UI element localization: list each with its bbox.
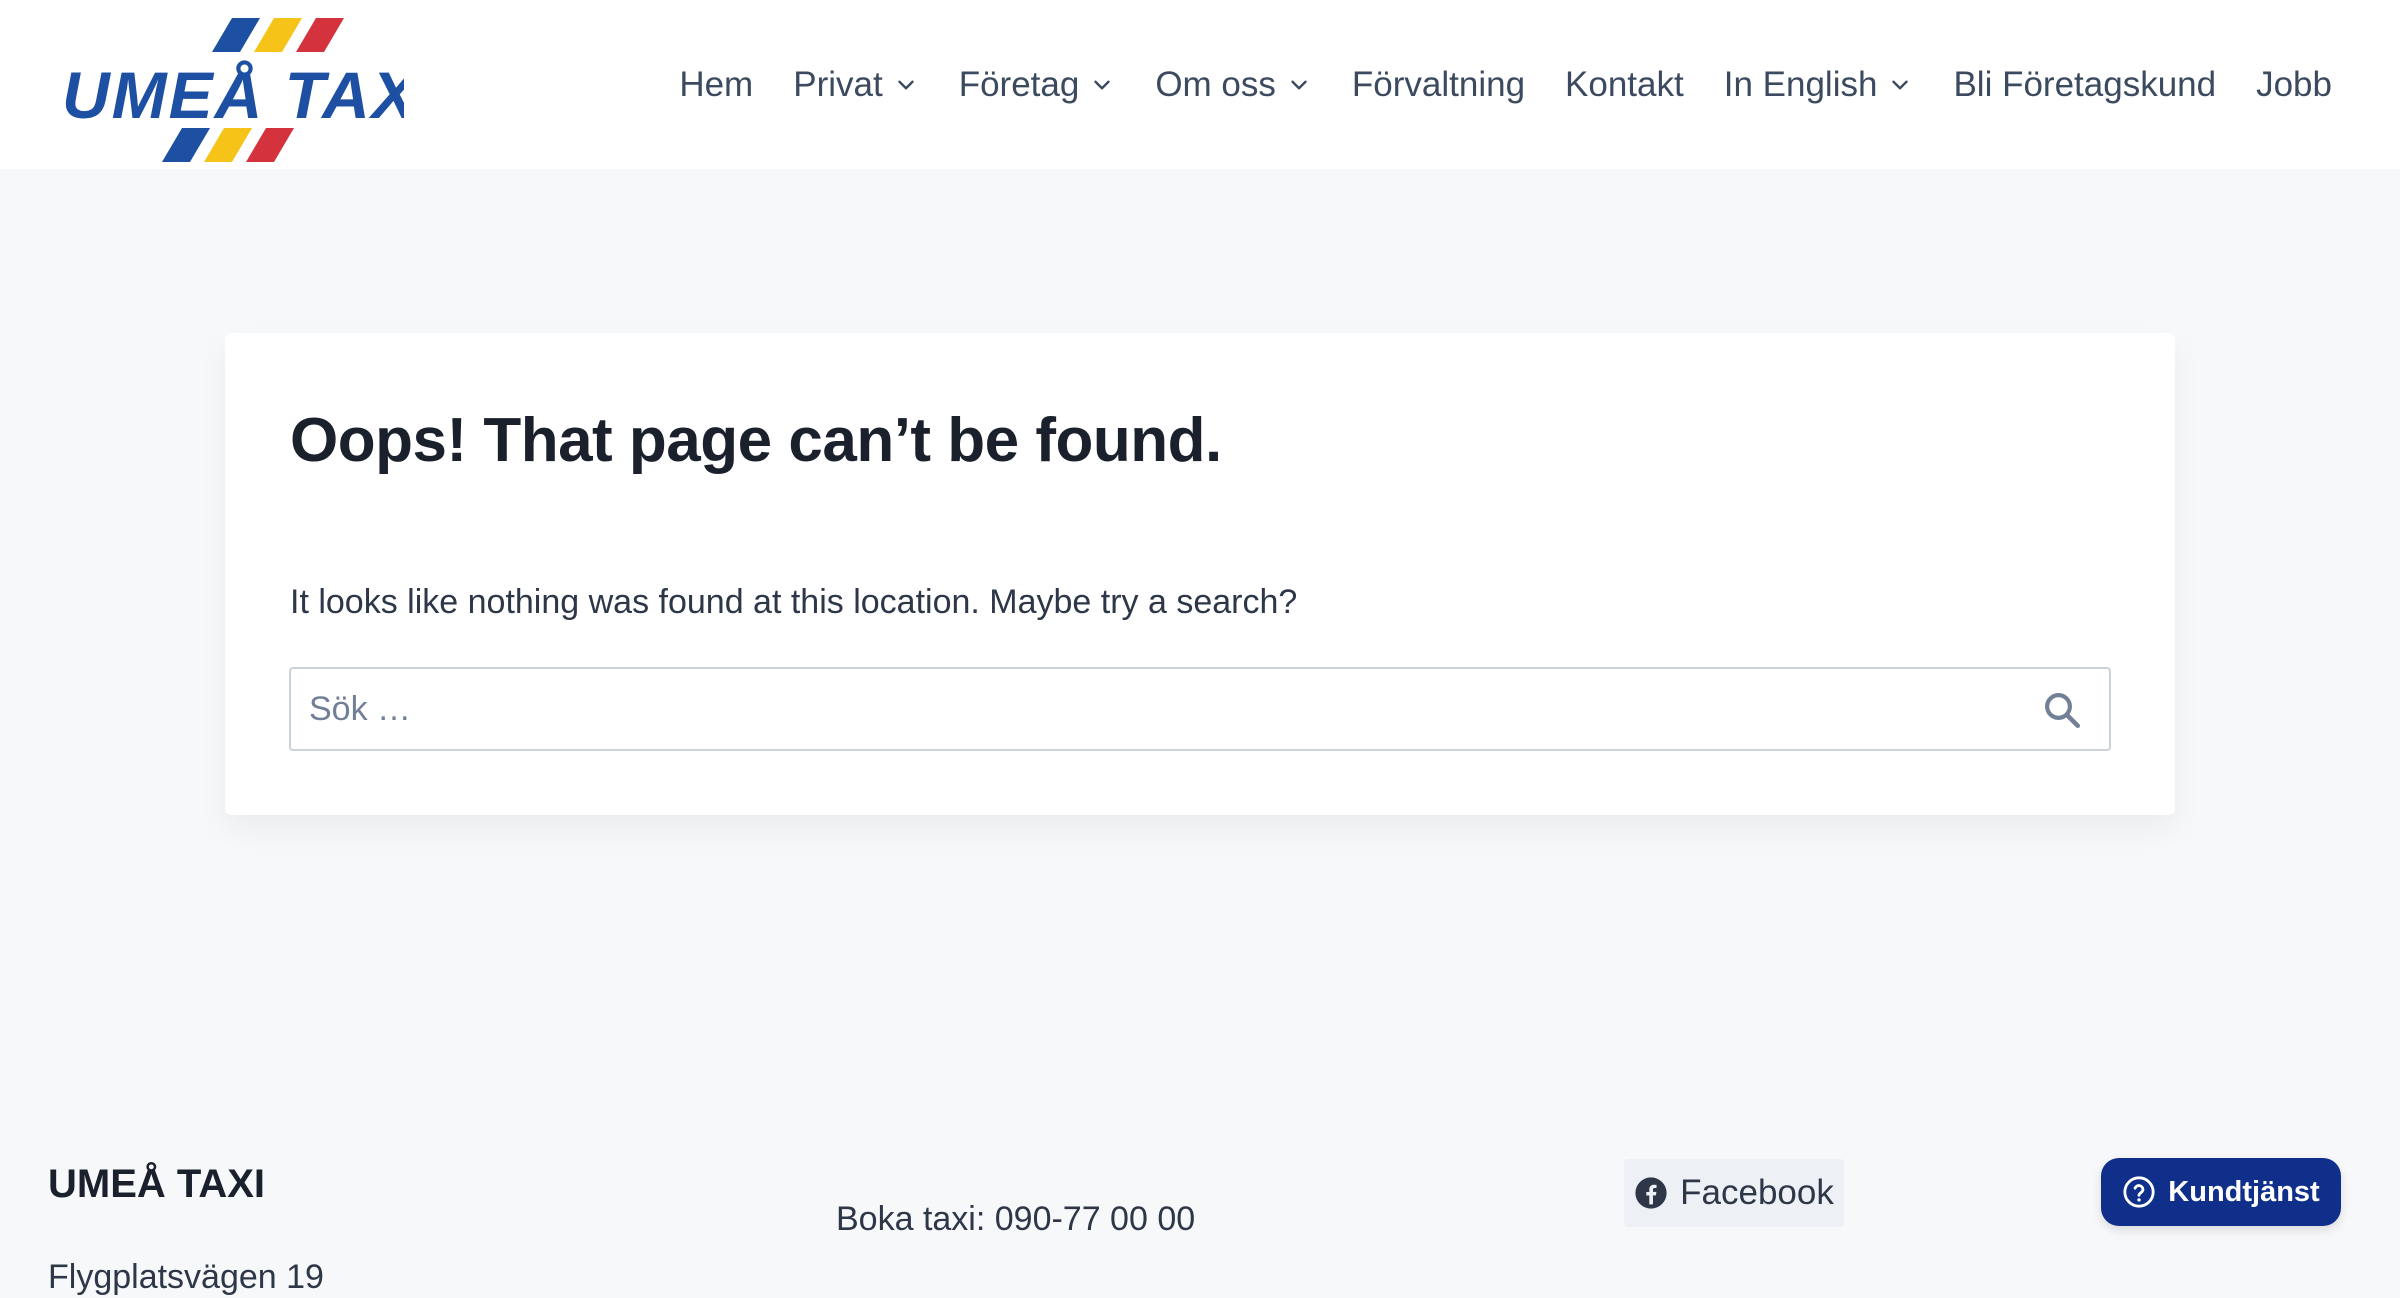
not-found-message: It looks like nothing was found at this … — [290, 583, 1298, 621]
search-icon[interactable] — [2041, 689, 2083, 731]
nav-item-forvaltning[interactable]: Förvaltning — [1352, 65, 1525, 105]
not-found-card: Oops! That page can’t be found. It looks… — [225, 333, 2175, 815]
nav-item-hem[interactable]: Hem — [679, 65, 753, 105]
footer-address: Flygplatsvägen 19 — [48, 1258, 324, 1296]
chevron-down-icon — [893, 72, 919, 98]
page-title: Oops! That page can’t be found. — [290, 406, 1222, 475]
facebook-label: Facebook — [1680, 1173, 1834, 1212]
nav-item-bli-foretagskund[interactable]: Bli Företagskund — [1953, 65, 2216, 105]
footer-company-title: UMEÅ TAXI — [48, 1162, 266, 1206]
main-navigation: Hem Privat Företag Om oss Förvaltning Ko… — [639, 0, 2332, 169]
nav-item-in-english[interactable]: In English — [1724, 65, 1914, 105]
customer-service-label: Kundtjänst — [2168, 1175, 2320, 1208]
footer-cut-off-text — [836, 1286, 1156, 1298]
umea-taxi-logo[interactable]: UMEÅ TAXI — [62, 18, 404, 164]
nav-item-privat[interactable]: Privat — [793, 65, 918, 105]
site-header: UMEÅ TAXI Hem Privat Företag Om oss Förv… — [0, 0, 2400, 169]
search-input[interactable] — [291, 669, 1991, 749]
nav-item-kontakt[interactable]: Kontakt — [1565, 65, 1684, 105]
customer-service-button[interactable]: Kundtjänst — [2101, 1158, 2341, 1226]
nav-item-om-oss[interactable]: Om oss — [1155, 65, 1312, 105]
search-form — [289, 667, 2111, 751]
svg-text:UMEÅ TAXI: UMEÅ TAXI — [62, 58, 404, 132]
chevron-down-icon — [1089, 72, 1115, 98]
chevron-down-icon — [1887, 72, 1913, 98]
footer-booking-phone: Boka taxi: 090-77 00 00 — [836, 1200, 1196, 1238]
nav-item-jobb[interactable]: Jobb — [2256, 65, 2332, 105]
facebook-icon — [1634, 1176, 1668, 1210]
facebook-link[interactable]: Facebook — [1624, 1159, 1844, 1227]
nav-item-foretag[interactable]: Företag — [959, 65, 1116, 105]
chevron-down-icon — [1286, 72, 1312, 98]
question-icon — [2122, 1175, 2156, 1209]
